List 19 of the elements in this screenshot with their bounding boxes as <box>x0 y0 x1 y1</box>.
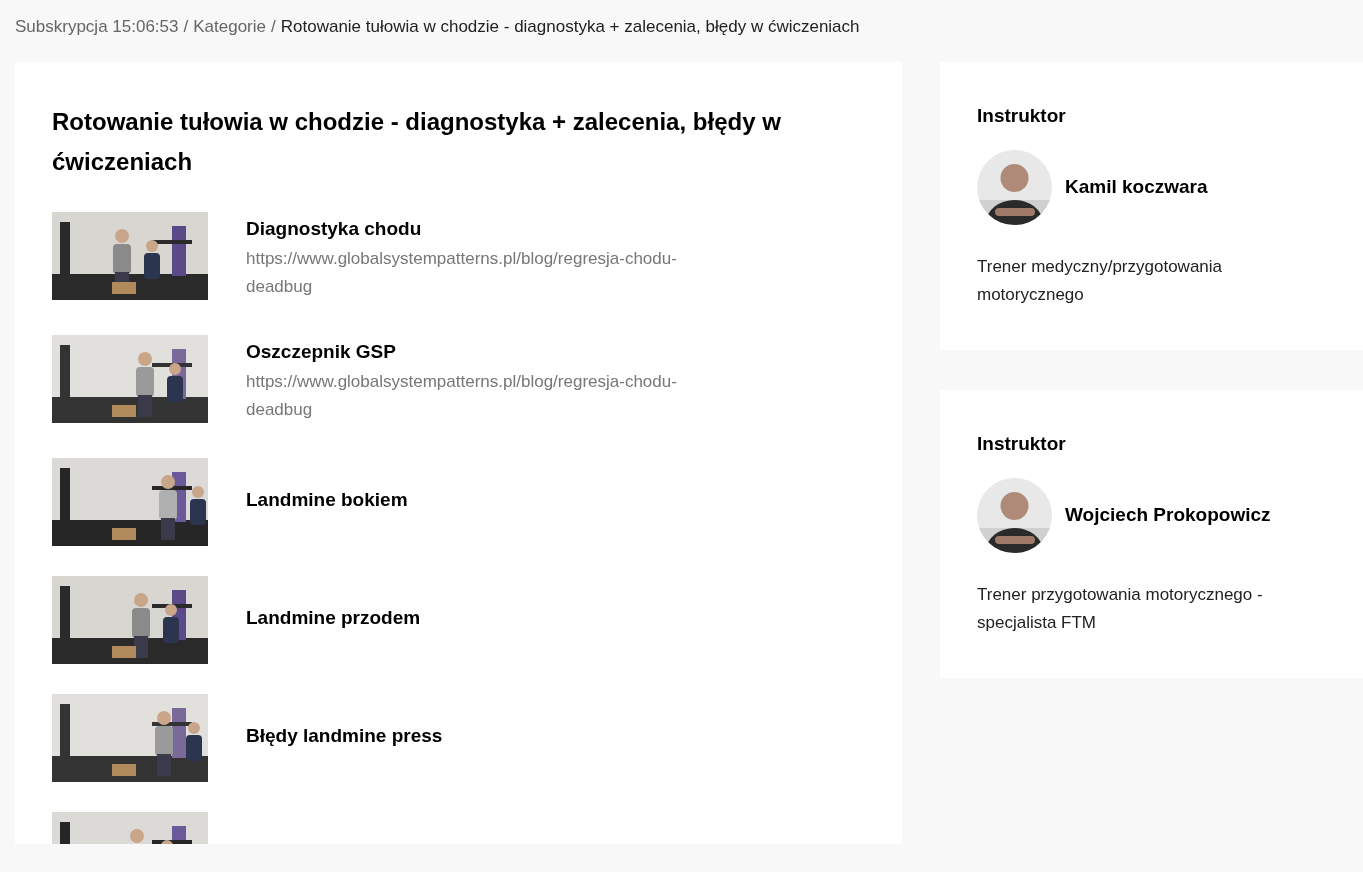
instructor-name: Kamil koczwara <box>1065 175 1208 200</box>
instructor-description: Trener przygotowania motorycznego - specjalista FTM <box>977 584 1264 634</box>
card-heading: Instruktor <box>977 104 1067 128</box>
instructor-name: Wojciech Prokopowicz <box>1065 503 1271 528</box>
breadcrumb-link[interactable]: Subskrypcja 15:06:53 <box>15 17 179 36</box>
instructor-description: Trener medyczny/przygotowania motorycznego <box>977 256 1224 306</box>
breadcrumb-separator: / <box>183 17 189 36</box>
lesson-url: https://www.globalsystempatterns.pl/blog/regresja-chodu-deadbug <box>246 371 678 421</box>
lesson-title[interactable]: Błędy landmine press <box>246 722 443 750</box>
breadcrumb-link[interactable]: Kategorie <box>193 17 266 36</box>
card-heading: Instruktor <box>977 432 1067 456</box>
lesson-title[interactable]: Oszczepnik GSP <box>246 338 726 366</box>
breadcrumb-current: Rotowanie tułowia w chodzie - diagnostyka + zalecenia, błędy w ćwiczeniach <box>280 17 860 36</box>
page-title: Rotowanie tułowia w chodzie - diagnostyka + zalecenia, błędy w ćwiczeniach <box>52 107 782 177</box>
lesson-title[interactable]: Landmine bokiem <box>246 486 408 514</box>
lesson-title[interactable]: Landmine przodem <box>246 604 421 632</box>
breadcrumb-separator: / <box>271 17 276 36</box>
lesson-url: https://www.globalsystempatterns.pl/blog/regresja-chodu-deadbug <box>246 248 678 298</box>
lesson-title[interactable]: Diagnostyka chodu <box>246 215 726 243</box>
